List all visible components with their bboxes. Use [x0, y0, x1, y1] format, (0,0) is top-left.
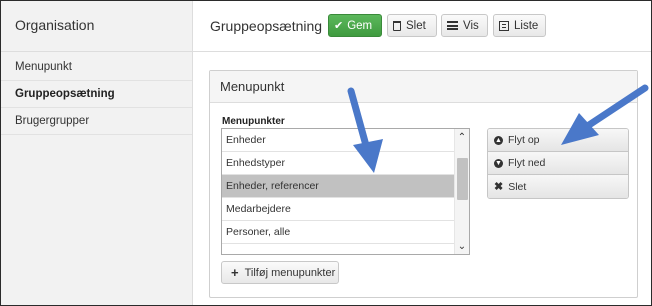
- page-title: Gruppeopsætning: [210, 18, 323, 34]
- toolbar: Gruppeopsætning ✔ Gem Slet Vis Liste: [193, 1, 651, 52]
- delete-button[interactable]: Slet: [387, 14, 437, 37]
- sidebar-item-brugergrupper[interactable]: Brugergrupper: [1, 108, 192, 135]
- sidebar-item-gruppeopsaetning[interactable]: Gruppeopsætning: [1, 81, 192, 108]
- chevron-up-icon[interactable]: ⌃: [455, 129, 469, 145]
- move-up-button[interactable]: ▲ Flyt op: [488, 129, 628, 152]
- app-window: Organisation Menupunkt Gruppeopsætning B…: [0, 0, 652, 306]
- move-down-button[interactable]: ▼ Flyt ned: [488, 152, 628, 175]
- delete-button-label: Slet: [406, 19, 426, 32]
- menupunkter-listbox[interactable]: Enheder Enhedstyper Enheder, referencer …: [221, 128, 470, 255]
- arrow-down-circle-icon: ▼: [494, 158, 503, 168]
- list-item[interactable]: Medarbejdere: [222, 198, 455, 221]
- list-item[interactable]: Enhedstyper: [222, 152, 455, 175]
- move-up-label: Flyt op: [508, 134, 540, 146]
- list-item-partial: [222, 244, 455, 254]
- view-button-label: Vis: [463, 19, 479, 32]
- plus-icon: +: [231, 265, 239, 280]
- listbox-scrollbar[interactable]: ⌃ ⌄: [454, 129, 469, 254]
- sidebar-title: Organisation: [1, 1, 192, 52]
- move-button-group: ▲ Flyt op ▼ Flyt ned ✖ Slet: [487, 128, 629, 199]
- remove-label: Slet: [508, 180, 527, 193]
- view-button[interactable]: Vis: [441, 14, 488, 37]
- save-button[interactable]: ✔ Gem: [328, 14, 382, 37]
- list-button-label: Liste: [514, 19, 539, 32]
- move-down-label: Flyt ned: [508, 157, 546, 169]
- panel-heading: Menupunkt: [210, 71, 637, 103]
- chevron-down-icon[interactable]: ⌄: [455, 238, 469, 254]
- window-icon: [499, 20, 509, 31]
- list-icon: [447, 21, 458, 30]
- list-item[interactable]: Personer, alle: [222, 221, 455, 244]
- trash-icon: [393, 20, 401, 31]
- menupunkt-panel: Menupunkt Menupunkter Enheder Enhedstype…: [209, 70, 638, 298]
- sidebar-item-menupunkt[interactable]: Menupunkt: [1, 54, 192, 81]
- arrow-up-circle-icon: ▲: [494, 135, 503, 145]
- scrollbar-thumb[interactable]: [457, 158, 468, 200]
- list-item-selected[interactable]: Enheder, referencer: [222, 175, 455, 198]
- sidebar: Organisation Menupunkt Gruppeopsætning B…: [1, 1, 193, 305]
- list-item[interactable]: Enheder: [222, 129, 455, 152]
- menupunkter-list: Enheder Enhedstyper Enheder, referencer …: [222, 129, 455, 254]
- add-menu-items-label: Tilføj menupunkter: [244, 266, 336, 279]
- save-button-label: Gem: [347, 19, 373, 32]
- close-icon: ✖: [494, 181, 504, 193]
- menupunkter-label: Menupunkter: [222, 116, 285, 127]
- list-button[interactable]: Liste: [493, 14, 546, 37]
- remove-button[interactable]: ✖ Slet: [488, 175, 628, 198]
- add-menu-items-button[interactable]: + Tilføj menupunkter: [221, 261, 339, 284]
- check-icon: ✔: [334, 20, 344, 32]
